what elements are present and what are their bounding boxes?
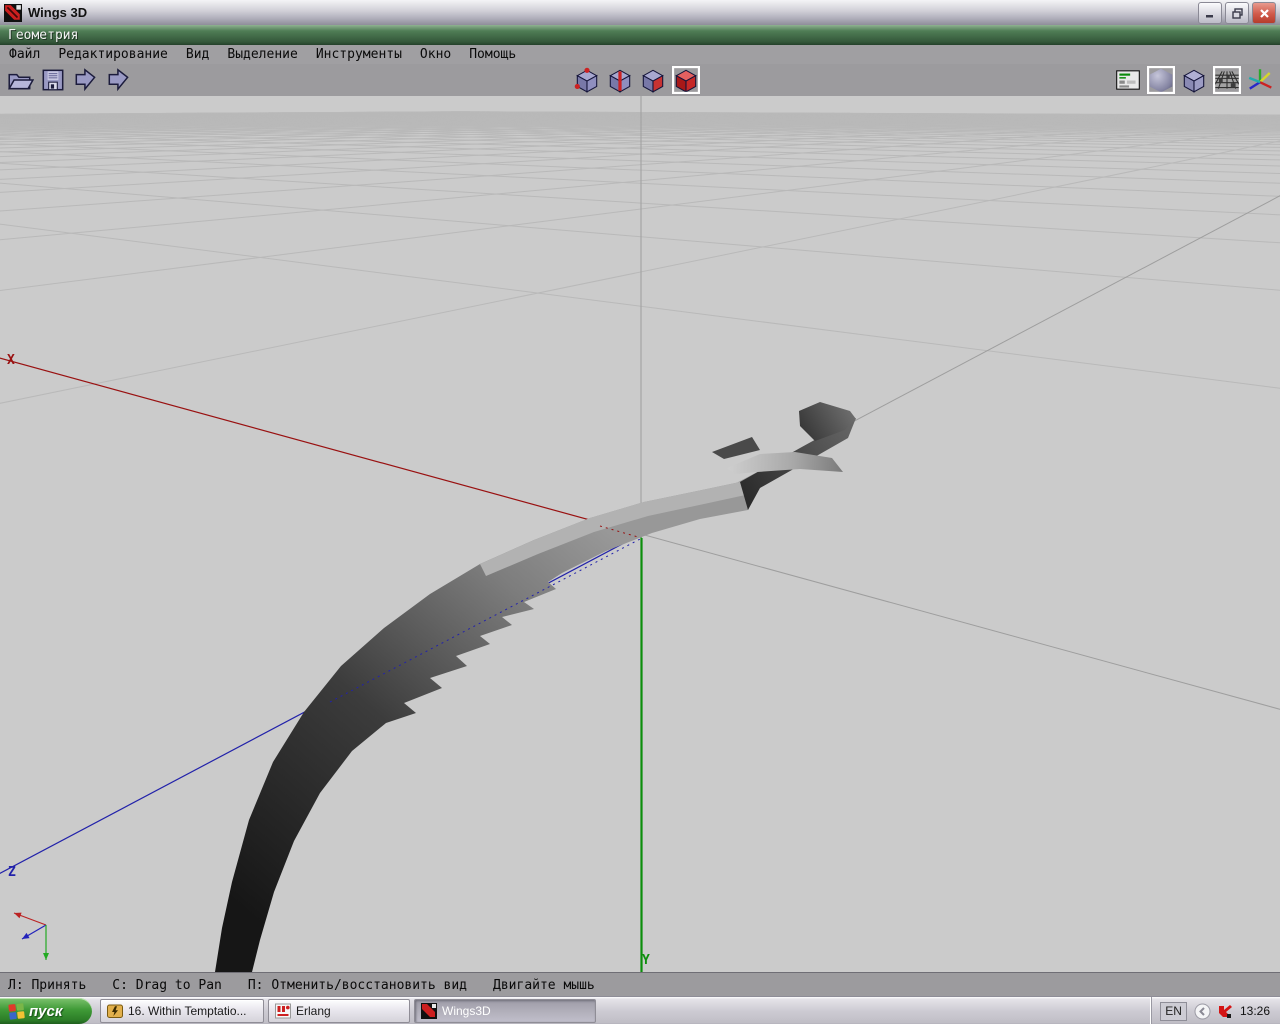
menu-item-0[interactable]: Файл bbox=[0, 47, 49, 62]
menu-item-1[interactable]: Редактирование bbox=[49, 47, 177, 62]
status-bar: Л: Принять C: Drag to Pan П: Отменить/восс… bbox=[0, 972, 1280, 997]
windows-flag-icon bbox=[8, 1002, 25, 1020]
toolbar-button-edge-select[interactable] bbox=[606, 66, 634, 94]
close-button[interactable] bbox=[1252, 2, 1276, 24]
mini-axes-indicator bbox=[13, 912, 49, 960]
start-button[interactable]: пуск bbox=[0, 998, 92, 1024]
taskbar-task-erlang[interactable]: Erlang bbox=[268, 999, 410, 1023]
menu-item-5[interactable]: Окно bbox=[411, 47, 460, 62]
menu-item-2[interactable]: Вид bbox=[177, 47, 218, 62]
toolbar bbox=[0, 64, 1280, 97]
redo-icon bbox=[108, 68, 129, 92]
toolbar-button-geometry-windows[interactable] bbox=[1114, 66, 1142, 94]
taskbar-clock[interactable]: 13:26 bbox=[1240, 1004, 1270, 1018]
winamp-icon bbox=[107, 1004, 123, 1018]
ground-plane-icon bbox=[1213, 66, 1241, 94]
sword-model[interactable] bbox=[215, 402, 856, 972]
erlang-icon bbox=[275, 1003, 291, 1019]
scene-canvas: X Z Y bbox=[0, 0, 1280, 1024]
edge-select-icon bbox=[609, 69, 631, 93]
close-icon bbox=[1259, 8, 1269, 18]
menu-item-3[interactable]: Выделение bbox=[218, 47, 306, 62]
taskbar-task-16-within-temptatio-[interactable]: 16. Within Temptatio... bbox=[100, 999, 264, 1023]
wings3d-logo-icon bbox=[4, 3, 22, 22]
axis-label-y: Y bbox=[642, 953, 650, 968]
ground-grid bbox=[0, 111, 1280, 404]
taskbar: пуск 16. Within Temptatio... Erlang Wing… bbox=[0, 996, 1280, 1024]
vertex-select-icon bbox=[574, 67, 598, 93]
minimize-button[interactable] bbox=[1198, 2, 1222, 24]
undo-icon bbox=[75, 68, 96, 92]
task-label: 16. Within Temptatio... bbox=[128, 1004, 247, 1018]
body-select-icon bbox=[672, 66, 700, 94]
status-item-0: Л: Принять bbox=[8, 977, 87, 993]
toolbar-button-ground-plane[interactable] bbox=[1213, 66, 1241, 94]
title-bar: Wings 3D bbox=[0, 0, 1280, 26]
start-button-label: пуск bbox=[29, 1002, 63, 1020]
restore-button[interactable] bbox=[1225, 2, 1249, 24]
geometry-window-title: Геометрия bbox=[8, 27, 79, 43]
menu-item-4[interactable]: Инструменты bbox=[307, 47, 411, 62]
antivirus-tray-icon[interactable] bbox=[1218, 1004, 1233, 1019]
status-item-3: Двигайте мышь bbox=[493, 977, 595, 993]
show-axes-icon bbox=[1248, 69, 1272, 90]
menu-bar: Файл Редактирование Вид Выделение Инструмент… bbox=[0, 45, 1280, 65]
window-title: Wings 3D bbox=[28, 5, 88, 20]
toolbar-button-vertex-select[interactable] bbox=[573, 66, 601, 94]
hide-tray-icons-button[interactable] bbox=[1194, 1003, 1211, 1020]
toolbar-button-show-axes[interactable] bbox=[1246, 66, 1274, 94]
toolbar-button-body-select[interactable] bbox=[672, 66, 700, 94]
system-tray: EN 13:26 bbox=[1151, 997, 1280, 1024]
wireframe-cube-icon bbox=[1183, 69, 1205, 93]
restore-icon bbox=[1231, 7, 1243, 19]
face-select-icon bbox=[642, 69, 664, 93]
minimize-icon bbox=[1206, 15, 1213, 18]
toolbar-button-open[interactable] bbox=[6, 66, 34, 94]
desktop: Wings 3D Геометрия Файл Редактирование Вид… bbox=[0, 0, 1280, 1024]
taskbar-task-wings3d[interactable]: Wings3D bbox=[414, 999, 596, 1023]
status-item-2: П: Отменить/восстановить вид bbox=[247, 977, 468, 993]
hilt-left-spike[interactable] bbox=[712, 437, 760, 459]
wings3d-icon bbox=[421, 1003, 437, 1019]
axis-label-z: Z bbox=[8, 865, 16, 880]
task-label: Wings3D bbox=[442, 1004, 491, 1018]
toolbar-button-smooth-shading[interactable] bbox=[1147, 66, 1175, 94]
toolbar-button-face-select[interactable] bbox=[639, 66, 667, 94]
menu-item-6[interactable]: Помощь bbox=[460, 47, 525, 62]
toolbar-button-undo[interactable] bbox=[72, 66, 100, 94]
task-label: Erlang bbox=[296, 1004, 331, 1018]
open-icon bbox=[7, 73, 34, 90]
toolbar-button-wireframe-cube[interactable] bbox=[1180, 66, 1208, 94]
axis-label-x: X bbox=[7, 353, 15, 368]
viewport-3d[interactable]: X Z Y bbox=[0, 0, 1280, 1024]
toolbar-button-redo[interactable] bbox=[105, 66, 133, 94]
axis-labels: X Z Y bbox=[7, 353, 650, 968]
language-indicator[interactable]: EN bbox=[1160, 1001, 1187, 1021]
geometry-window-header[interactable]: Геометрия bbox=[0, 25, 1280, 46]
toolbar-button-save[interactable] bbox=[39, 66, 67, 94]
save-icon bbox=[42, 69, 64, 91]
sword-blade[interactable] bbox=[215, 482, 750, 972]
geometry-windows-icon bbox=[1116, 70, 1140, 90]
status-item-1: C: Drag to Pan bbox=[112, 977, 222, 993]
smooth-shading-icon bbox=[1147, 66, 1175, 94]
